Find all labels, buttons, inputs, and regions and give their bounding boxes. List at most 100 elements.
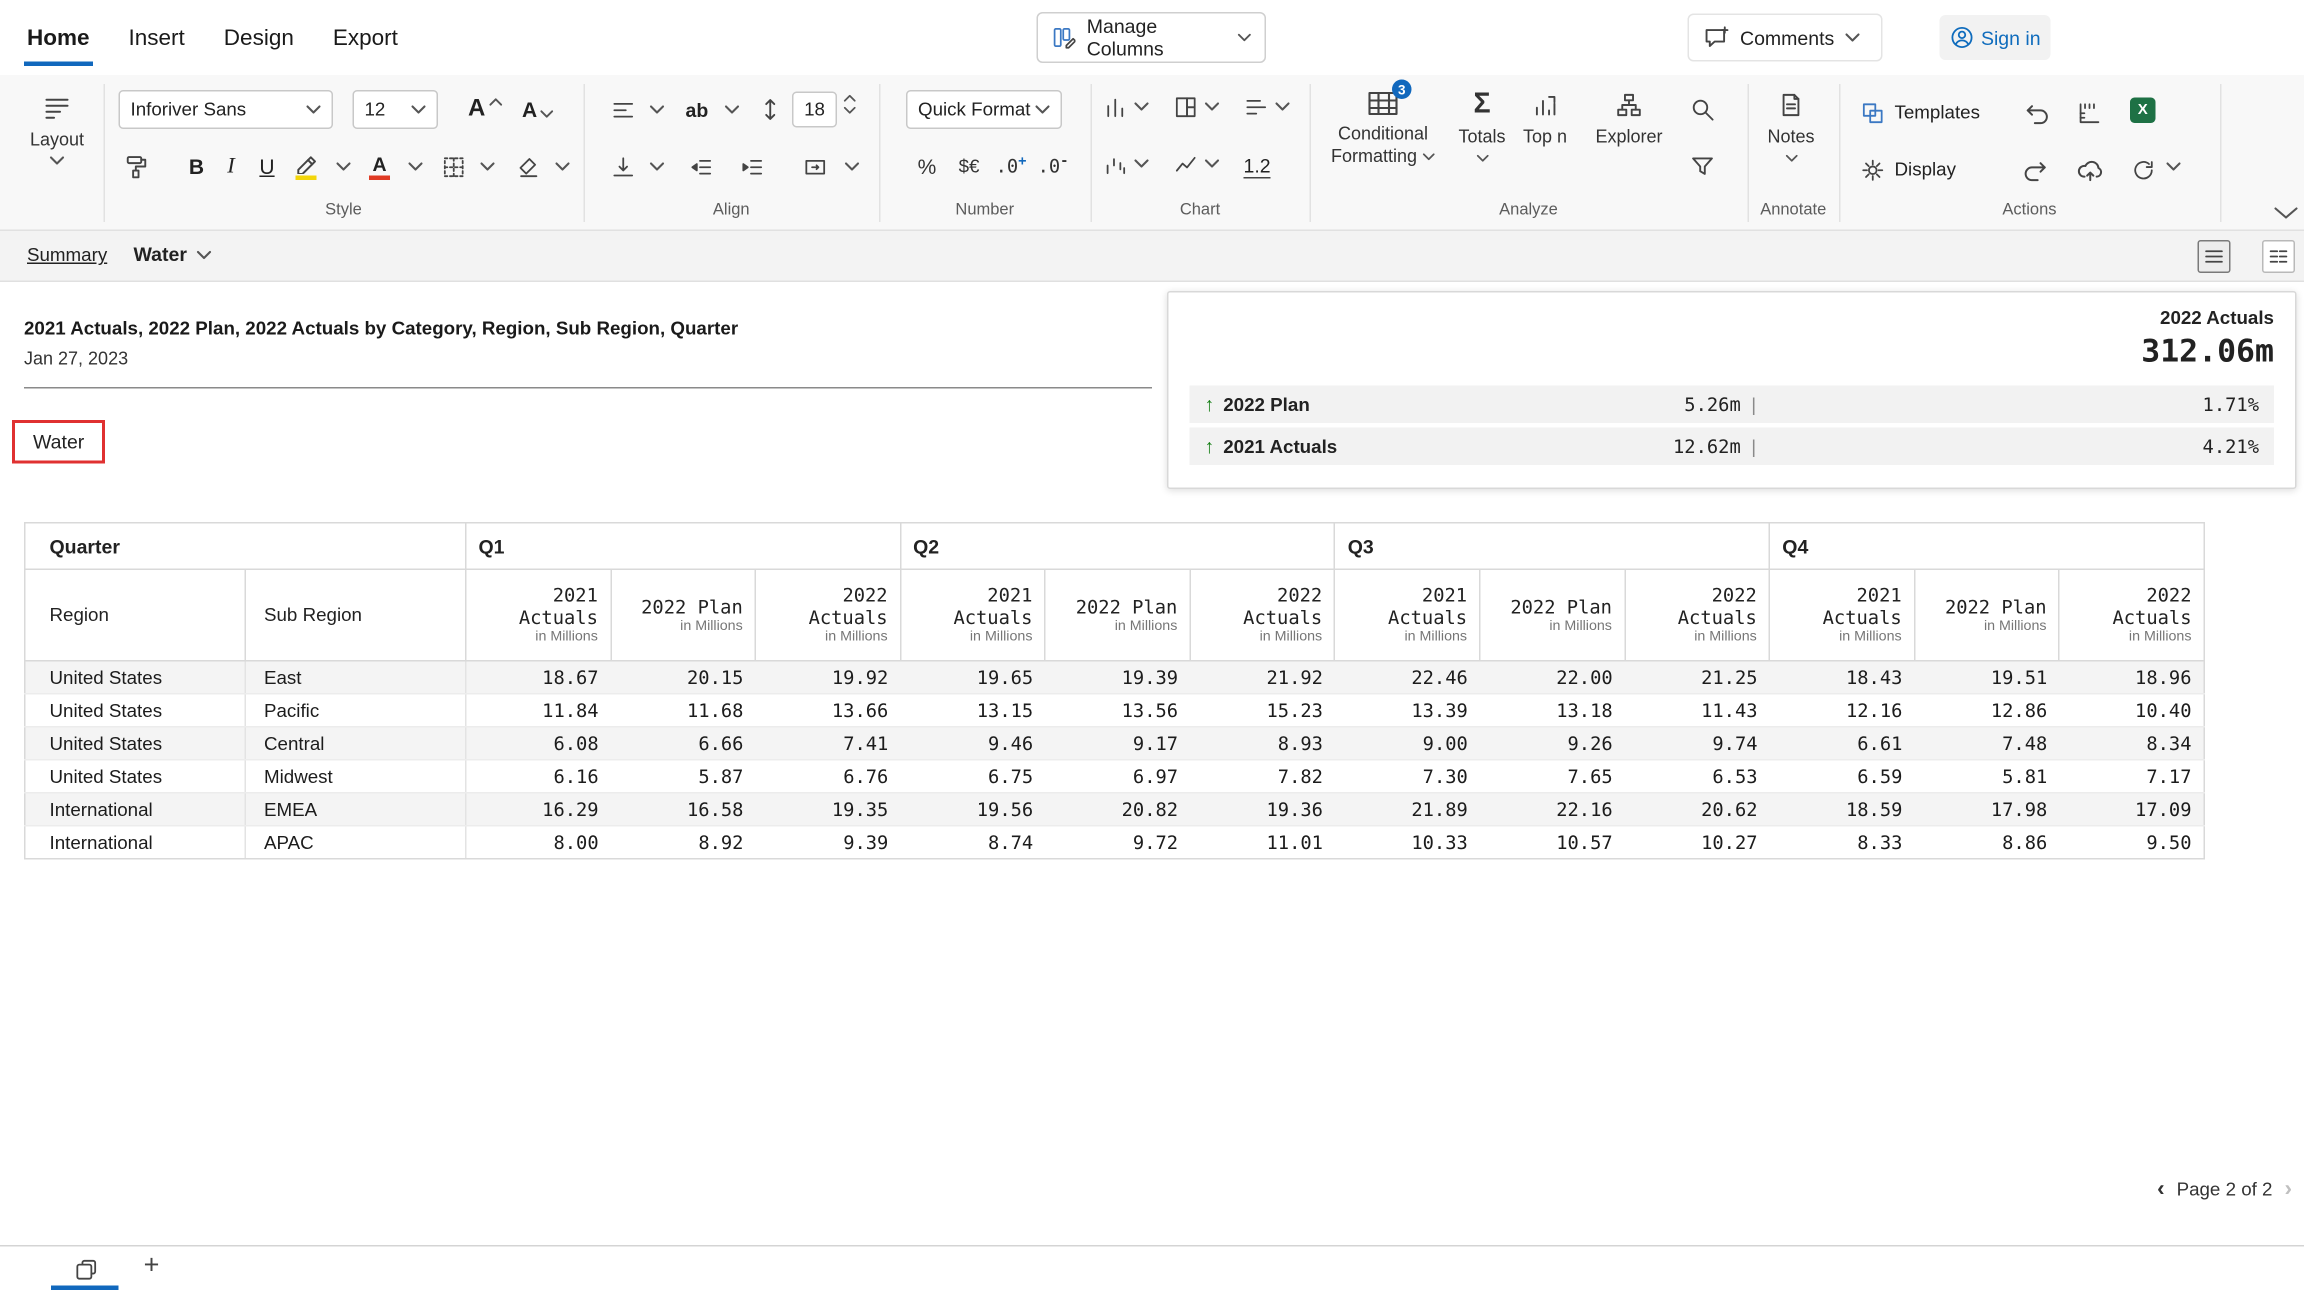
subregion-cell[interactable]: East — [245, 661, 466, 694]
chevron-down-icon[interactable] — [1205, 102, 1220, 111]
tab-insert[interactable]: Insert — [129, 4, 185, 72]
quick-format-select[interactable]: Quick Format — [906, 90, 1062, 129]
borders-button[interactable] — [441, 147, 467, 186]
row-height-input[interactable]: 18 — [792, 92, 837, 128]
value-cell[interactable]: 6.59 — [1770, 760, 1915, 793]
region-cell[interactable]: International — [25, 826, 246, 859]
merge-cells-button[interactable] — [803, 147, 829, 186]
region-cell[interactable]: United States — [25, 694, 246, 727]
value-cell[interactable]: 11.84 — [466, 694, 611, 727]
layout-button[interactable]: Layout — [21, 84, 93, 210]
value-cell[interactable]: 7.82 — [1190, 760, 1335, 793]
value-cell[interactable]: 9.72 — [1045, 826, 1190, 859]
value-cell[interactable]: 18.43 — [1770, 661, 1915, 694]
increase-indent-button[interactable] — [740, 147, 766, 186]
value-cell[interactable]: 7.17 — [2059, 760, 2204, 793]
bold-button[interactable]: B — [183, 147, 210, 186]
value-cell[interactable]: 20.62 — [1625, 793, 1770, 826]
number-format-chart-button[interactable]: 1.2 — [1244, 147, 1271, 186]
value-cell[interactable]: 8.34 — [2059, 727, 2204, 760]
value-cell[interactable]: 19.35 — [755, 793, 900, 826]
col-2021-actuals[interactable]: 2021 Actualsin Millions — [900, 569, 1045, 661]
explorer-button[interactable]: Explorer — [1581, 84, 1677, 213]
value-cell[interactable]: 22.16 — [1480, 793, 1625, 826]
top-n-button[interactable]: Top n — [1512, 84, 1578, 213]
value-cell[interactable]: 6.08 — [466, 727, 611, 760]
value-cell[interactable]: 18.96 — [2059, 661, 2204, 694]
column-chart-button[interactable] — [1103, 87, 1129, 126]
totals-button[interactable]: Σ Totals — [1449, 84, 1515, 213]
subregion-cell[interactable]: Midwest — [245, 760, 466, 793]
subregion-header[interactable]: Sub Region — [245, 569, 466, 661]
value-cell[interactable]: 10.40 — [2059, 694, 2204, 727]
grow-font-button[interactable]: A — [468, 90, 502, 129]
currency-format-button[interactable]: $€ — [951, 147, 987, 186]
chevron-down-icon[interactable] — [2166, 162, 2181, 171]
value-cell[interactable]: 21.89 — [1335, 793, 1480, 826]
value-cell[interactable]: 6.66 — [611, 727, 756, 760]
chevron-down-icon[interactable] — [1205, 159, 1220, 168]
chevron-down-icon[interactable] — [1134, 102, 1149, 111]
increase-decimal-button[interactable]: .0+ — [993, 147, 1029, 186]
value-cell[interactable]: 17.98 — [1914, 793, 2059, 826]
value-cell[interactable]: 9.00 — [1335, 727, 1480, 760]
chevron-down-icon[interactable] — [1134, 159, 1149, 168]
collapse-ribbon-button[interactable] — [2274, 207, 2298, 219]
value-cell[interactable]: 13.15 — [900, 694, 1045, 727]
value-cell[interactable]: 5.87 — [611, 760, 756, 793]
horizontal-align-button[interactable] — [611, 90, 637, 129]
subregion-cell[interactable]: APAC — [245, 826, 466, 859]
value-cell[interactable]: 21.92 — [1190, 661, 1335, 694]
col-2021-actuals[interactable]: 2021 Actualsin Millions — [1335, 569, 1480, 661]
value-cell[interactable]: 8.92 — [611, 826, 756, 859]
value-cell[interactable]: 9.74 — [1625, 727, 1770, 760]
chevron-down-icon[interactable] — [480, 162, 495, 171]
row-height-stepper[interactable] — [843, 95, 857, 115]
decrease-decimal-button[interactable]: .0- — [1035, 147, 1071, 186]
value-cell[interactable]: 18.67 — [466, 661, 611, 694]
value-cell[interactable]: 10.33 — [1335, 826, 1480, 859]
conditional-formatting-button[interactable]: 3 Conditional Formatting — [1317, 84, 1449, 213]
vertical-align-button[interactable] — [611, 147, 637, 186]
chevron-down-icon[interactable] — [408, 162, 423, 171]
font-size-select[interactable]: 12 — [353, 90, 439, 129]
wrap-text-button[interactable]: ab — [686, 90, 709, 129]
value-cell[interactable]: 19.51 — [1914, 661, 2059, 694]
publish-button[interactable] — [2076, 150, 2105, 189]
underline-button[interactable]: U — [255, 147, 279, 186]
quarter-q3[interactable]: Q3 — [1335, 523, 1770, 570]
value-cell[interactable]: 9.17 — [1045, 727, 1190, 760]
chevron-down-icon[interactable] — [336, 162, 351, 171]
value-cell[interactable]: 19.65 — [900, 661, 1045, 694]
value-cell[interactable]: 6.97 — [1045, 760, 1190, 793]
waterfall-chart-button[interactable] — [1103, 144, 1129, 183]
sheet-tab-summary[interactable]: Summary — [27, 245, 107, 266]
tab-export[interactable]: Export — [333, 4, 398, 72]
value-cell[interactable]: 7.41 — [755, 727, 900, 760]
table-view-toggle[interactable] — [2198, 240, 2231, 273]
value-cell[interactable]: 8.86 — [1914, 826, 2059, 859]
value-cell[interactable]: 22.00 — [1480, 661, 1625, 694]
value-cell[interactable]: 6.16 — [466, 760, 611, 793]
subregion-cell[interactable]: Pacific — [245, 694, 466, 727]
col-2022-plan[interactable]: 2022 Planin Millions — [1914, 569, 2059, 661]
quarter-q2[interactable]: Q2 — [900, 523, 1335, 570]
value-cell[interactable]: 8.93 — [1190, 727, 1335, 760]
subregion-cell[interactable]: EMEA — [245, 793, 466, 826]
value-cell[interactable]: 21.25 — [1625, 661, 1770, 694]
templates-button[interactable]: Templates — [1860, 93, 1980, 132]
value-cell[interactable]: 13.66 — [755, 694, 900, 727]
export-excel-button[interactable]: X — [2130, 90, 2156, 129]
value-cell[interactable]: 11.43 — [1625, 694, 1770, 727]
col-2022-actuals[interactable]: 2022 Actualsin Millions — [1190, 569, 1335, 661]
sheet-tab-water-active[interactable]: Water — [134, 243, 211, 266]
subregion-cell[interactable]: Central — [245, 727, 466, 760]
chevron-down-icon[interactable] — [845, 162, 860, 171]
decrease-indent-button[interactable] — [689, 147, 715, 186]
value-cell[interactable]: 18.59 — [1770, 793, 1915, 826]
manage-columns-button[interactable]: Manage Columns — [1037, 12, 1267, 63]
font-family-select[interactable]: Inforiver Sans — [119, 90, 334, 129]
value-cell[interactable]: 8.00 — [466, 826, 611, 859]
add-sheet-button[interactable]: + — [135, 1250, 168, 1282]
filter-button[interactable] — [1689, 147, 1716, 186]
